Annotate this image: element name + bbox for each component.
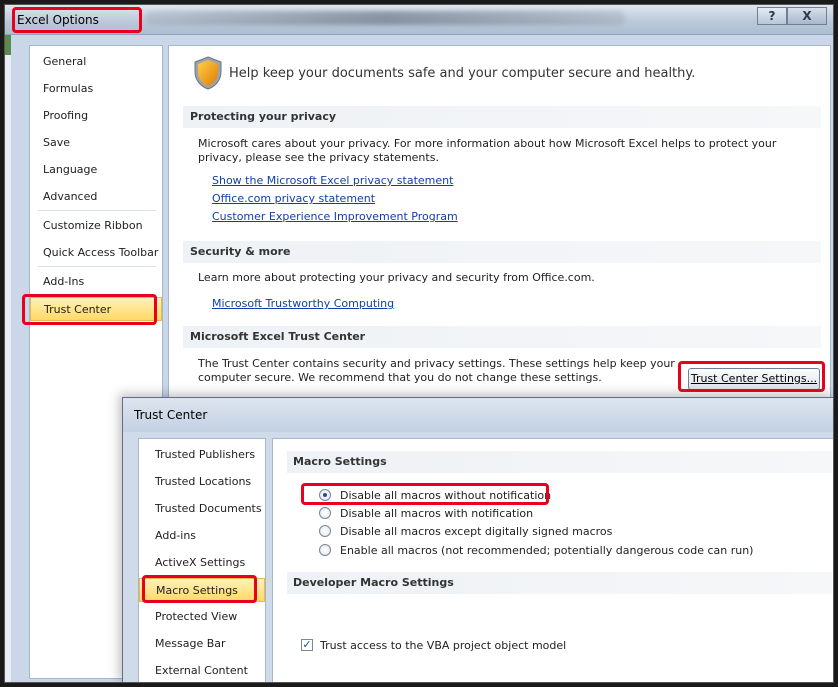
section-header-privacy: Protecting your privacy bbox=[183, 106, 821, 128]
nav-item-customize-ribbon[interactable]: Customize Ribbon bbox=[30, 214, 162, 238]
radio-label: Disable all macros with notification bbox=[340, 507, 534, 520]
tc-nav-activex-settings[interactable]: ActiveX Settings bbox=[139, 551, 265, 575]
tc-nav-trusted-documents[interactable]: Trusted Documents bbox=[139, 497, 265, 521]
checkbox-trust-vba-access[interactable]: ✓ Trust access to the VBA project object … bbox=[301, 638, 566, 654]
radio-disable-except-signed[interactable]: Disable all macros except digitally sign… bbox=[319, 524, 612, 540]
trust-center-text-line1: The Trust Center contains security and p… bbox=[198, 357, 675, 370]
radio-unselected-icon bbox=[319, 507, 331, 519]
tc-nav-external-content[interactable]: External Content bbox=[139, 659, 265, 682]
radio-label: Enable all macros (not recommended; pote… bbox=[340, 544, 754, 557]
radio-label: Disable all macros except digitally sign… bbox=[340, 525, 613, 538]
link-customer-experience-program[interactable]: Customer Experience Improvement Program bbox=[212, 210, 458, 223]
link-excel-privacy-statement[interactable]: Show the Microsoft Excel privacy stateme… bbox=[212, 174, 453, 187]
nav-separator bbox=[38, 266, 156, 267]
trust-center-text-line2: computer secure. We recommend that you d… bbox=[198, 371, 602, 384]
privacy-text: Microsoft cares about your privacy. For … bbox=[198, 137, 777, 164]
tc-nav-message-bar[interactable]: Message Bar bbox=[139, 632, 265, 656]
nav-item-proofing[interactable]: Proofing bbox=[30, 104, 162, 128]
section-header-macro-settings: Macro Settings bbox=[287, 451, 832, 473]
section-header-trust-center: Microsoft Excel Trust Center bbox=[183, 326, 821, 348]
link-trustworthy-computing[interactable]: Microsoft Trustworthy Computing bbox=[212, 297, 394, 310]
section-header-security: Security & more bbox=[183, 241, 821, 263]
window-buttons: ? X bbox=[757, 7, 827, 25]
annotation-highlight-title bbox=[12, 7, 142, 33]
trust-center-titlebar[interactable]: Trust Center bbox=[123, 398, 833, 432]
section-header-developer-macro-settings: Developer Macro Settings bbox=[287, 572, 832, 594]
nav-item-formulas[interactable]: Formulas bbox=[30, 77, 162, 101]
tc-nav-protected-view[interactable]: Protected View bbox=[139, 605, 265, 629]
nav-item-quick-access-toolbar[interactable]: Quick Access Toolbar bbox=[30, 241, 162, 265]
shield-icon bbox=[194, 56, 222, 90]
excel-background-sliver bbox=[5, 35, 11, 682]
nav-item-general[interactable]: General bbox=[30, 50, 162, 74]
tc-nav-trusted-locations[interactable]: Trusted Locations bbox=[139, 470, 265, 494]
link-office-privacy-statement[interactable]: Office.com privacy statement bbox=[212, 192, 375, 205]
trust-center-content: Macro Settings Disable all macros withou… bbox=[272, 438, 833, 682]
security-text: Learn more about protecting your privacy… bbox=[198, 271, 595, 284]
nav-item-add-ins[interactable]: Add-Ins bbox=[30, 270, 162, 294]
annotation-highlight-macro-settings-nav bbox=[142, 575, 257, 603]
nav-item-language[interactable]: Language bbox=[30, 158, 162, 182]
annotation-highlight-trust-center-button bbox=[678, 361, 825, 392]
radio-disable-with-notification[interactable]: Disable all macros with notification bbox=[319, 506, 533, 522]
tc-nav-add-ins[interactable]: Add-ins bbox=[139, 524, 265, 548]
page-headline: Help keep your documents safe and your c… bbox=[229, 66, 696, 81]
trust-center-nav: Trusted Publishers Trusted Locations Tru… bbox=[138, 438, 266, 682]
blurred-background-toolbar bbox=[145, 11, 625, 25]
radio-unselected-icon bbox=[319, 544, 331, 556]
annotation-highlight-trust-center-nav bbox=[22, 294, 157, 325]
nav-item-save[interactable]: Save bbox=[30, 131, 162, 155]
screenshot-frame: Excel Options ? X General Formulas Proof… bbox=[4, 4, 834, 683]
close-button[interactable]: X bbox=[787, 7, 827, 25]
tc-nav-trusted-publishers[interactable]: Trusted Publishers bbox=[139, 443, 265, 467]
radio-unselected-icon bbox=[319, 525, 331, 537]
trust-center-dialog: Trust Center Trusted Publishers Trusted … bbox=[122, 397, 833, 682]
annotation-highlight-disable-macros-option bbox=[301, 483, 549, 505]
nav-item-advanced[interactable]: Advanced bbox=[30, 185, 162, 209]
nav-separator bbox=[38, 210, 156, 211]
help-button[interactable]: ? bbox=[757, 7, 787, 25]
checkbox-checked-icon: ✓ bbox=[301, 638, 313, 651]
radio-enable-all-macros[interactable]: Enable all macros (not recommended; pote… bbox=[319, 543, 753, 559]
checkbox-label: Trust access to the VBA project object m… bbox=[320, 639, 567, 652]
